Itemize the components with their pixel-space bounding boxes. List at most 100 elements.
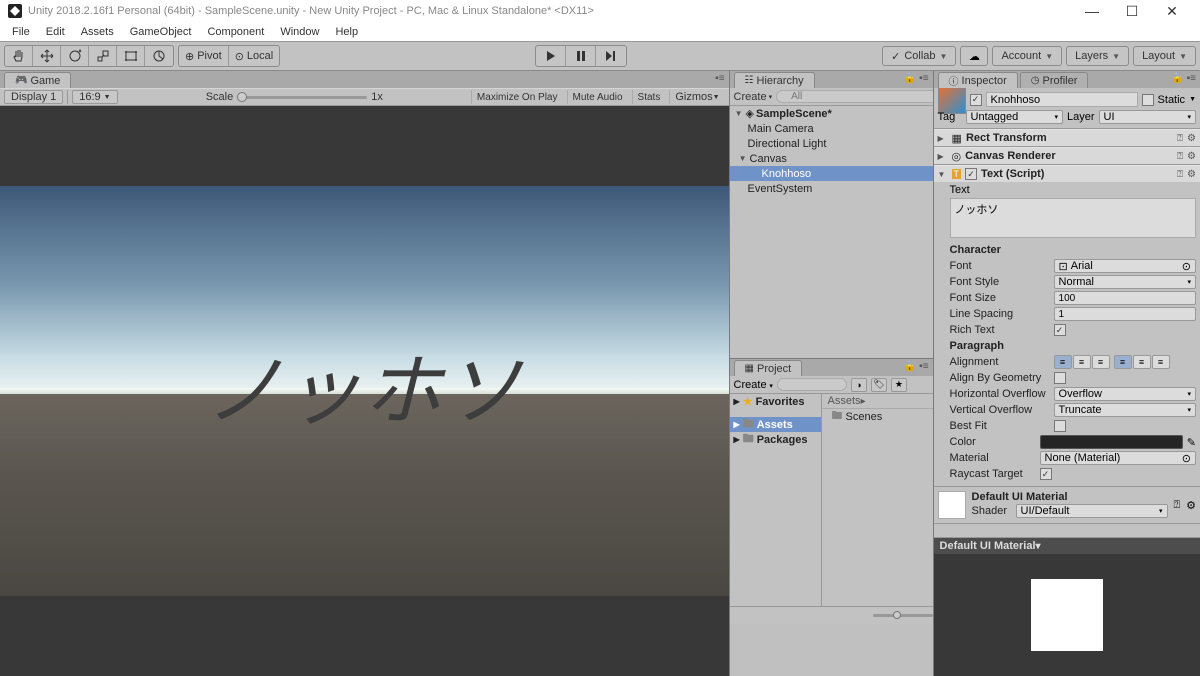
search-by-label-icon[interactable]: 🏷	[871, 378, 887, 392]
align-bottom-button[interactable]: ≡	[1152, 355, 1170, 369]
gameobject-name-input[interactable]	[986, 92, 1138, 107]
component-header[interactable]: ▶ ◎ Canvas Renderer ⍰ ⚙	[934, 147, 1200, 164]
display-dropdown[interactable]: Display 1	[4, 90, 63, 104]
hierarchy-create-dropdown[interactable]: Create ▾	[734, 91, 773, 103]
richtext-checkbox[interactable]: ✓	[1054, 324, 1066, 336]
bestfit-checkbox[interactable]	[1054, 420, 1066, 432]
panel-menu-icon[interactable]: 🔒 ▪≡	[904, 73, 929, 84]
layer-dropdown[interactable]: UI▾	[1099, 110, 1196, 124]
tab-game[interactable]: 🎮 Game	[4, 72, 71, 88]
pivot-toggle[interactable]: ⊕ Pivot	[179, 46, 229, 66]
material-swatch[interactable]	[938, 491, 966, 519]
project-item[interactable]: 🖿Scenes	[822, 409, 933, 424]
align-left-button[interactable]: ≡	[1054, 355, 1072, 369]
fontsize-input[interactable]: 100	[1054, 291, 1196, 305]
panel-menu-icon[interactable]: 🔒 ▪≡	[1171, 73, 1196, 84]
local-toggle[interactable]: ⊙ Local	[229, 46, 280, 66]
maximize-on-play-toggle[interactable]: Maximize On Play	[471, 90, 563, 104]
gear-icon[interactable]: ⚙	[1187, 169, 1196, 180]
minimize-button[interactable]: —	[1072, 3, 1112, 19]
hierarchy-item[interactable]: EventSystem	[730, 181, 933, 196]
account-dropdown[interactable]: Account▼	[992, 46, 1062, 66]
scene-row[interactable]: ▼◈SampleScene*	[730, 106, 933, 121]
tag-dropdown[interactable]: Untagged▾	[966, 110, 1063, 124]
text-textarea[interactable]: ノッホソ	[950, 198, 1196, 238]
menu-file[interactable]: File	[4, 26, 38, 38]
align-middle-button[interactable]: ≡	[1133, 355, 1151, 369]
close-button[interactable]: ✕	[1152, 3, 1192, 20]
tab-hierarchy[interactable]: ☷ Hierarchy	[734, 72, 815, 88]
services-button[interactable]: ☁	[960, 46, 988, 66]
active-checkbox[interactable]: ✓	[970, 94, 982, 106]
help-icon[interactable]: ⍰	[1177, 133, 1183, 144]
align-center-button[interactable]: ≡	[1073, 355, 1091, 369]
gear-icon[interactable]: ⚙	[1186, 499, 1196, 512]
maximize-button[interactable]: ☐	[1112, 3, 1152, 20]
favorites-row[interactable]: ▶★Favorites	[730, 394, 821, 409]
panel-menu-icon[interactable]: ▪≡	[715, 73, 724, 84]
scale-tool-icon[interactable]	[89, 46, 117, 66]
hierarchy-item[interactable]: Main Camera	[730, 121, 933, 136]
hierarchy-item[interactable]: ▼Canvas	[730, 151, 933, 166]
font-field[interactable]: ⊡Arial⊙	[1054, 259, 1196, 273]
layers-dropdown[interactable]: Layers▼	[1066, 46, 1129, 66]
tab-inspector[interactable]: ⓘInspector	[938, 72, 1018, 88]
hierarchy-item[interactable]: Directional Light	[730, 136, 933, 151]
hand-tool-icon[interactable]	[5, 46, 33, 66]
help-icon[interactable]: ⍰	[1174, 499, 1181, 512]
menu-component[interactable]: Component	[199, 26, 272, 38]
project-create-dropdown[interactable]: Create ▾	[734, 379, 773, 391]
eyedropper-icon[interactable]: ✎	[1187, 436, 1196, 449]
project-search-input[interactable]	[777, 378, 847, 391]
rotate-tool-icon[interactable]	[61, 46, 89, 66]
menu-help[interactable]: Help	[327, 26, 366, 38]
raycast-checkbox[interactable]: ✓	[1040, 468, 1052, 480]
gear-icon[interactable]: ⚙	[1187, 133, 1196, 144]
preview-title[interactable]: Default UI Material ▾	[934, 538, 1200, 554]
static-checkbox[interactable]	[1142, 94, 1154, 106]
material-field[interactable]: None (Material)⊙	[1040, 451, 1196, 465]
shader-dropdown[interactable]: UI/Default▾	[1016, 504, 1168, 518]
align-top-button[interactable]: ≡	[1114, 355, 1132, 369]
component-enabled-checkbox[interactable]: ✓	[965, 168, 977, 180]
transform-tool-icon[interactable]	[145, 46, 173, 66]
menu-assets[interactable]: Assets	[73, 26, 122, 38]
component-header[interactable]: ▼ T ✓ Text (Script) ⍰ ⚙	[934, 165, 1200, 182]
step-button[interactable]	[596, 46, 626, 66]
static-dropdown-icon[interactable]: ▼	[1189, 96, 1196, 103]
stats-toggle[interactable]: Stats	[632, 90, 666, 104]
color-field[interactable]	[1040, 435, 1183, 449]
play-button[interactable]	[536, 46, 566, 66]
fontstyle-dropdown[interactable]: Normal▾	[1054, 275, 1196, 289]
alignbygeo-checkbox[interactable]	[1054, 372, 1066, 384]
packages-row[interactable]: ▶🖿Packages	[730, 432, 821, 447]
align-right-button[interactable]: ≡	[1092, 355, 1110, 369]
save-search-icon[interactable]: ★	[891, 378, 907, 392]
scale-slider[interactable]	[237, 96, 367, 99]
rect-tool-icon[interactable]	[117, 46, 145, 66]
tab-project[interactable]: ▦ Project	[734, 360, 803, 376]
move-tool-icon[interactable]	[33, 46, 61, 66]
search-by-type-icon[interactable]: ◑	[851, 378, 867, 392]
project-zoom-slider[interactable]	[873, 614, 933, 617]
gear-icon[interactable]: ⚙	[1187, 151, 1196, 162]
aspect-dropdown[interactable]: 16:9▼	[72, 90, 117, 104]
gizmos-toggle[interactable]: Gizmos ▼	[669, 90, 724, 104]
menu-window[interactable]: Window	[272, 26, 327, 38]
menu-edit[interactable]: Edit	[38, 26, 73, 38]
collab-dropdown[interactable]: ✓ Collab ▼	[882, 46, 956, 66]
hoverflow-dropdown[interactable]: Overflow▾	[1054, 387, 1196, 401]
menu-gameobject[interactable]: GameObject	[122, 26, 200, 38]
hierarchy-item-selected[interactable]: Knohhoso	[730, 166, 933, 181]
mute-audio-toggle[interactable]: Mute Audio	[567, 90, 628, 104]
help-icon[interactable]: ⍰	[1177, 151, 1183, 162]
panel-menu-icon[interactable]: 🔒 ▪≡	[904, 361, 929, 372]
component-header[interactable]: ▶ ▦ Rect Transform ⍰ ⚙	[934, 129, 1200, 146]
help-icon[interactable]: ⍰	[1177, 169, 1183, 180]
hierarchy-search-input[interactable]	[776, 90, 938, 103]
tab-profiler[interactable]: ◷Profiler	[1020, 72, 1089, 88]
linespacing-input[interactable]: 1	[1054, 307, 1196, 321]
pause-button[interactable]	[566, 46, 596, 66]
layout-dropdown[interactable]: Layout▼	[1133, 46, 1196, 66]
voverflow-dropdown[interactable]: Truncate▾	[1054, 403, 1196, 417]
